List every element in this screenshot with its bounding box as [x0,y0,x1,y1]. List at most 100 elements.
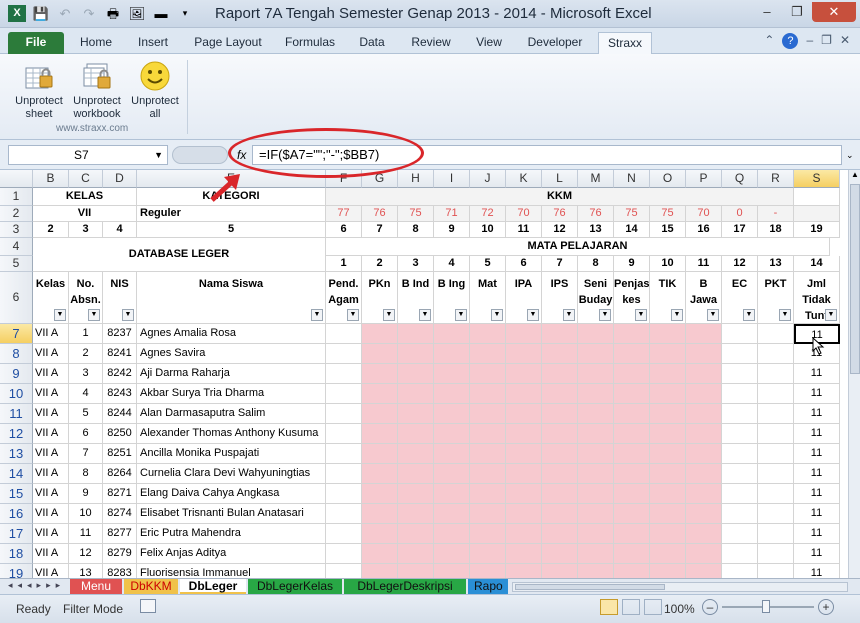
cell-jml[interactable]: 11 [794,504,840,524]
workbook-close-icon[interactable]: ✕ [840,33,850,49]
cell[interactable] [542,504,578,524]
column-header-m[interactable]: M [578,170,614,188]
cell-kelas[interactable]: VII A [33,344,69,364]
zoom-slider-thumb[interactable] [762,600,770,613]
cell[interactable] [650,444,686,464]
cell-nama[interactable]: Elisabet Trisnanti Bulan Anatasari [137,504,326,524]
cell-no[interactable]: 11 [69,524,103,544]
row3-number[interactable]: 6 [326,222,362,238]
cell[interactable] [398,524,434,544]
minimize-button[interactable]: – [752,2,782,22]
database-leger-title[interactable]: DATABASE LEGER [33,238,326,272]
cell-kelas[interactable]: VII A [33,324,69,344]
kkm-value[interactable]: 76 [362,206,398,222]
cell[interactable] [362,384,398,404]
cell-jml[interactable]: 11 [794,424,840,444]
cell-nis[interactable]: 8274 [103,504,137,524]
column-header-c[interactable]: C [69,170,103,188]
filter-dropdown-icon[interactable]: ▼ [671,309,683,321]
cell-nis[interactable]: 8242 [103,364,137,384]
cell-nama[interactable]: Eric Putra Mahendra [137,524,326,544]
cell[interactable] [362,544,398,564]
cell[interactable] [614,484,650,504]
cell[interactable] [506,424,542,444]
cell[interactable] [614,444,650,464]
row-header[interactable]: 18 [0,544,33,564]
cell[interactable] [722,524,758,544]
cell[interactable] [398,484,434,504]
cell-nama[interactable]: Aji Darma Raharja [137,364,326,384]
cell[interactable] [722,444,758,464]
cell[interactable] [542,364,578,384]
cell[interactable] [614,344,650,364]
maximize-button[interactable]: ❐ [782,2,812,22]
redo-icon[interactable]: ↷ [80,5,98,22]
cell[interactable] [326,464,362,484]
kkm-value[interactable]: 76 [542,206,578,222]
subject-header[interactable]: PKT ▼ [758,272,794,324]
cell[interactable] [506,344,542,364]
row-header[interactable]: 1 [0,188,33,206]
cell[interactable] [398,324,434,344]
zoom-in-icon[interactable]: + [818,599,834,615]
cell[interactable] [614,464,650,484]
cell[interactable] [398,384,434,404]
sheet-tab-dblegerkelas[interactable]: DbLegerKelas [248,579,342,594]
kelas-value[interactable]: VII [33,206,137,222]
cell[interactable] [362,424,398,444]
filter-dropdown-icon[interactable]: ▼ [455,309,467,321]
cell[interactable] [326,344,362,364]
vertical-scrollbar[interactable]: ▲ [848,170,860,578]
row-header[interactable]: 3 [0,222,33,238]
cell[interactable] [686,564,722,578]
cell[interactable] [326,404,362,424]
cell[interactable] [470,344,506,364]
cell[interactable] [542,384,578,404]
kategori-value[interactable]: Reguler [137,206,326,222]
row3-number[interactable]: 9 [434,222,470,238]
expand-formula-icon[interactable]: ⌄ [846,150,854,161]
cell[interactable] [758,564,794,578]
cell[interactable] [542,344,578,364]
print-preview-icon[interactable]: 🖶 [104,5,122,22]
cell[interactable] [578,524,614,544]
kkm-value[interactable]: - [758,206,794,222]
subject-number[interactable]: 3 [398,256,434,272]
cell[interactable] [326,324,362,344]
subject-header[interactable]: B Jawa ▼ [686,272,722,324]
cell-nis[interactable]: 8243 [103,384,137,404]
cell[interactable] [578,384,614,404]
close-button[interactable]: ✕ [812,2,856,22]
cell[interactable] [506,404,542,424]
cell[interactable] [470,564,506,578]
cell[interactable] [470,484,506,504]
cell[interactable] [722,464,758,484]
cell[interactable] [326,564,362,578]
cell[interactable] [542,464,578,484]
cell-nama[interactable]: Fluorisensia Immanuel [137,564,326,578]
row-header[interactable]: 10 [0,384,33,404]
cell[interactable] [326,444,362,464]
cell[interactable] [722,504,758,524]
cell[interactable] [614,524,650,544]
cell[interactable] [398,344,434,364]
cell[interactable] [758,364,794,384]
select-all-corner[interactable] [0,170,33,188]
cell[interactable] [650,364,686,384]
cell[interactable] [362,444,398,464]
tab-file[interactable]: File [8,32,64,54]
cell[interactable] [614,384,650,404]
cell-jml[interactable]: 11 [794,404,840,424]
kkm-value[interactable]: 72 [470,206,506,222]
cell[interactable] [470,404,506,424]
cell[interactable] [470,464,506,484]
cell-jml[interactable]: 11 [794,524,840,544]
cell[interactable] [506,564,542,578]
hscroll-thumb[interactable] [515,584,665,590]
cell[interactable] [434,564,470,578]
column-header-i[interactable]: I [434,170,470,188]
subject-header[interactable]: Penjas kes ▼ [614,272,650,324]
cell[interactable] [578,444,614,464]
row3-number[interactable]: 5 [137,222,326,238]
cell[interactable] [686,484,722,504]
